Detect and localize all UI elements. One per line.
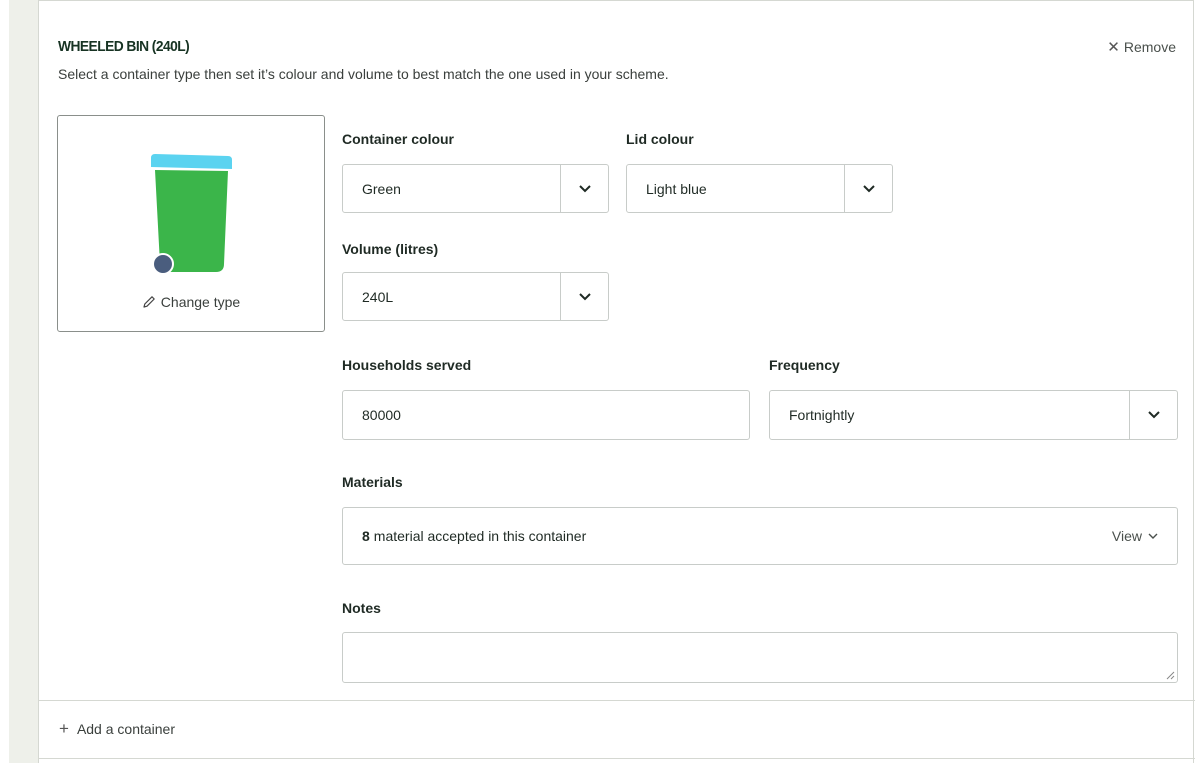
households-input[interactable]: 80000 [342,390,750,440]
close-icon: ✕ [1107,39,1120,56]
chevron-down-icon [844,165,892,212]
chevron-down-icon [1129,391,1177,439]
materials-label: Materials [342,474,403,490]
add-container-button[interactable]: + Add a container [59,720,175,737]
bin-wheel [152,253,174,274]
remove-label: Remove [1123,39,1176,55]
plus-icon: + [59,719,69,738]
container-colour-label: Container colour [342,131,455,147]
materials-count: 8 [362,528,370,544]
resize-handle-icon[interactable] [1166,671,1175,680]
notes-textarea[interactable] [342,632,1178,683]
frequency-select[interactable]: Fortnightly [769,390,1178,440]
materials-view-button[interactable]: View [1112,528,1158,544]
container-description: Select a container type then set it’s co… [58,66,669,82]
container-type-card[interactable]: Change type [57,115,325,332]
volume-select[interactable]: 240L [342,272,609,321]
lid-colour-label: Lid colour [626,131,694,147]
pencil-icon [143,296,155,308]
notes-label: Notes [342,600,381,616]
materials-summary: 8 material accepted in this container Vi… [342,507,1178,565]
footer-divider [39,700,1195,701]
change-type-label: Change type [160,294,241,310]
volume-label: Volume (litres) [342,241,439,257]
materials-text: material accepted in this container [373,528,587,544]
volume-value: 240L [362,288,394,305]
change-type-button[interactable]: Change type [58,294,324,310]
frequency-label: Frequency [769,357,840,373]
view-label: View [1111,528,1142,544]
page-background-strip [0,0,38,763]
lid-colour-value: Light blue [646,180,707,197]
bin-lid [151,154,232,169]
container-colour-select[interactable]: Green [342,164,609,213]
frequency-value: Fortnightly [789,407,855,423]
wheeled-bin-icon [151,154,232,274]
households-label: Households served [342,357,472,373]
remove-button[interactable]: ✕ Remove [1107,38,1176,56]
panel-bottom-border [39,758,1195,759]
lid-colour-select[interactable]: Light blue [626,164,893,213]
container-panel: WHEELED BIN (240L) Select a container ty… [38,0,1195,763]
container-colour-value: Green [362,180,401,197]
chevron-down-icon [560,273,608,320]
container-title: WHEELED BIN (240L) [58,38,190,55]
chevron-down-icon [560,165,608,212]
add-container-label: Add a container [76,720,176,737]
chevron-down-icon [1148,533,1158,539]
